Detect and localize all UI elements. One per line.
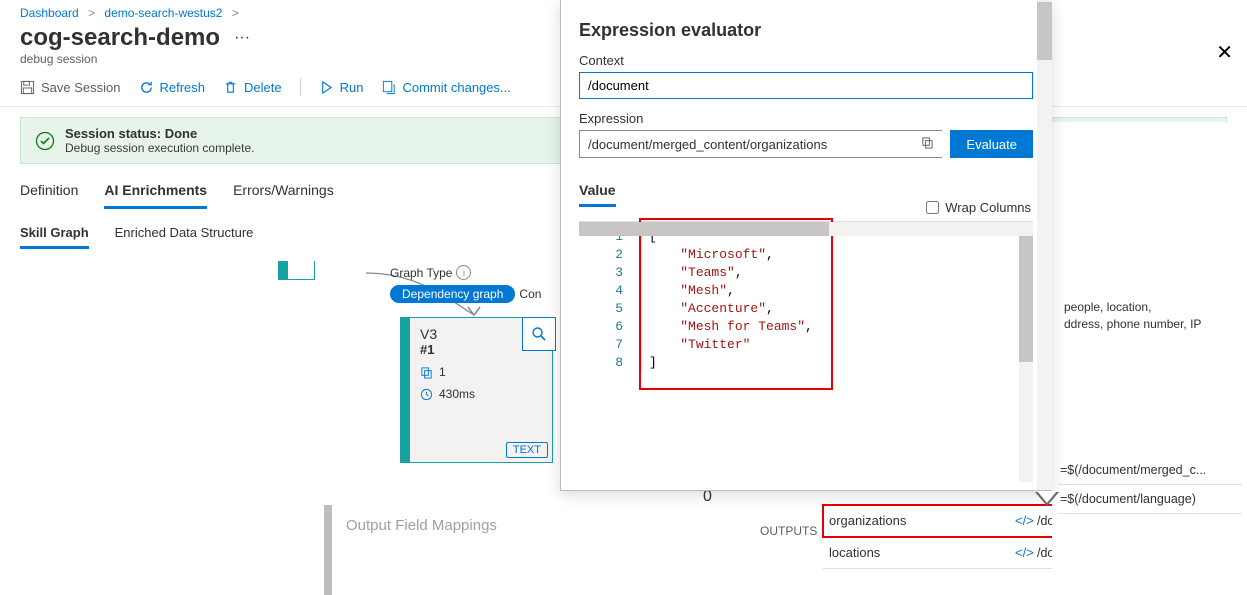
expression-label: Expression (579, 111, 1033, 126)
wrap-columns-checkbox[interactable] (926, 201, 939, 214)
run-button[interactable]: Run (319, 80, 364, 95)
chevron-right-icon: > (226, 6, 245, 20)
save-icon (20, 80, 35, 95)
commit-button[interactable]: Commit changes... (381, 80, 510, 95)
more-icon[interactable]: ··· (234, 29, 250, 47)
breadcrumb-resource[interactable]: demo-search-westus2 (104, 6, 222, 20)
side-panel-mapping-list: =$(/document/merged_c... =$(/document/la… (1058, 456, 1242, 514)
code-icon[interactable]: </> (1015, 545, 1037, 560)
play-icon (319, 80, 334, 95)
expression-evaluator-popup: Expression evaluator Context Expression … (560, 0, 1052, 491)
commit-label: Commit changes... (402, 80, 510, 95)
tab-skill-graph[interactable]: Skill Graph (20, 221, 89, 249)
context-input[interactable] (579, 72, 1033, 99)
skill-count: 1 (439, 365, 446, 379)
mapping-row[interactable]: =$(/document/language) (1058, 485, 1242, 514)
value-code-viewer[interactable]: 12345678 [ "Microsoft", "Teams", "Mesh",… (579, 221, 1033, 482)
scrollbar-vertical[interactable] (1037, 0, 1052, 490)
tab-ai-enrichments[interactable]: AI Enrichments (104, 176, 207, 209)
skill-time: 430ms (439, 387, 475, 401)
refresh-icon (139, 80, 154, 95)
tab-errors-warnings[interactable]: Errors/Warnings (233, 176, 334, 209)
search-icon (531, 326, 547, 342)
context-label: Context (579, 53, 1033, 68)
chevron-right-icon: > (82, 6, 101, 20)
popup-pointer-icon (1035, 492, 1059, 506)
wrap-columns-toggle[interactable]: Wrap Columns (922, 198, 1031, 217)
side-panel-text: people, location, ddress, phone number, … (1064, 299, 1201, 333)
close-icon[interactable]: ✕ (1216, 40, 1233, 65)
tab-definition[interactable]: Definition (20, 176, 78, 209)
save-session-label: Save Session (41, 80, 121, 95)
outputs-label: OUTPUTS (760, 524, 817, 538)
evaluate-button[interactable]: Evaluate (950, 130, 1033, 158)
scrollbar-horizontal[interactable] (579, 222, 1033, 236)
tab-enriched-data-structure[interactable]: Enriched Data Structure (115, 221, 254, 249)
trash-icon (223, 80, 238, 95)
clock-icon (420, 388, 433, 401)
tab-value[interactable]: Value (579, 178, 616, 207)
separator (300, 78, 301, 96)
check-circle-icon (35, 131, 55, 151)
copy-icon[interactable] (921, 136, 934, 152)
output-field-mappings-card[interactable]: Output Field Mappings (324, 505, 650, 595)
skill-tag: TEXT (506, 442, 548, 458)
breadcrumb-dashboard[interactable]: Dashboard (20, 6, 79, 20)
commit-icon (381, 80, 396, 95)
refresh-button[interactable]: Refresh (139, 80, 206, 95)
graph-type-dependency[interactable]: Dependency graph (390, 285, 515, 303)
value-code: [ "Microsoft", "Teams", "Mesh", "Accentu… (649, 228, 813, 372)
line-gutter: 12345678 (611, 228, 642, 372)
graph-type-label: Graph Type (390, 266, 452, 280)
delete-button[interactable]: Delete (223, 80, 282, 95)
mapping-row[interactable]: =$(/document/merged_c... (1058, 456, 1242, 485)
page-title: cog-search-demo (20, 24, 220, 52)
status-subtitle: Debug session execution complete. (65, 141, 254, 155)
truncated-node (278, 261, 315, 280)
code-icon[interactable]: </> (1015, 513, 1037, 528)
wrap-columns-label: Wrap Columns (945, 200, 1031, 215)
output-name: organizations (823, 513, 1015, 528)
scrollbar-vertical[interactable] (1019, 222, 1033, 482)
status-title: Session status: Done (65, 126, 197, 141)
save-session-button[interactable]: Save Session (20, 80, 121, 95)
inspect-button[interactable] (522, 317, 556, 351)
output-name: locations (823, 545, 1015, 560)
evaluator-title: Expression evaluator (579, 4, 1033, 41)
delete-label: Delete (244, 80, 282, 95)
side-panel-peek: people, location, ddress, phone number, … (1052, 122, 1247, 595)
graph-type-other[interactable]: Con (519, 287, 541, 301)
expression-value: /document/merged_content/organizations (588, 137, 827, 152)
expression-input[interactable]: /document/merged_content/organizations (579, 130, 942, 158)
info-icon[interactable]: i (456, 265, 471, 280)
run-label: Run (340, 80, 364, 95)
copy-icon (420, 366, 433, 379)
refresh-label: Refresh (160, 80, 206, 95)
